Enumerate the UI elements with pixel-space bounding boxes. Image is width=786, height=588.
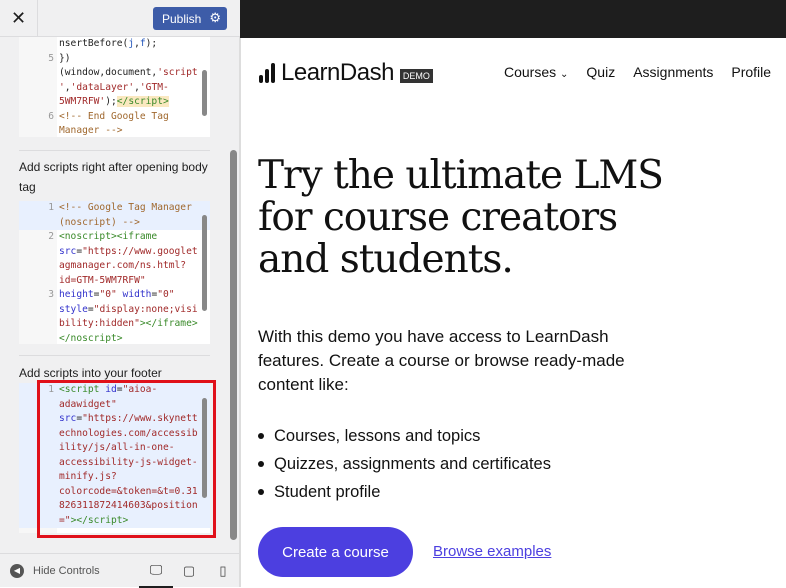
code-line: src="https://www.googlet xyxy=(19,245,210,260)
code-token: bility:hidden" xyxy=(59,318,140,329)
code-token: 5WM7RFW' xyxy=(59,96,106,107)
code-line: 3 height="0" width="0" xyxy=(19,288,210,303)
code-line: (window,document,'script xyxy=(19,66,210,81)
code-token: }) xyxy=(59,52,71,64)
code-line: 5}) xyxy=(19,52,210,67)
code-token: ); xyxy=(105,96,117,107)
nav-courses[interactable]: Courses ⌄ xyxy=(504,64,568,80)
code-token: agmanager.com/ns.html? xyxy=(59,260,187,271)
code-token: <noscript><iframe xyxy=(59,231,158,242)
editor-scrollbar[interactable] xyxy=(202,209,208,336)
code-token: "0" xyxy=(157,289,175,300)
feature-list: Courses, lessons and topics Quizzes, ass… xyxy=(258,422,551,506)
code-token: (noscript) --> xyxy=(59,216,140,228)
code-token: <!-- Google Tag Manager xyxy=(59,202,192,213)
head-scripts-editor[interactable]: nsertBefore(j,f); 5}) (window,document,'sc… xyxy=(19,37,210,137)
code-line: ','dataLayer','GTM- xyxy=(19,81,210,96)
code-line: agmanager.com/ns.html? xyxy=(19,259,210,274)
customizer-panel: ✕ Publish ⚙ nsertBefore(j,f); 5}) (window,… xyxy=(0,0,240,588)
site-preview: LearnDash DEMO Courses ⌄ Quiz Assignment… xyxy=(240,38,786,587)
code-token: src xyxy=(59,245,77,257)
divider xyxy=(19,150,210,151)
browse-examples-link[interactable]: Browse examples xyxy=(433,543,551,560)
code-token: </noscript> xyxy=(59,332,123,344)
desktop-preview-icon[interactable]: 🖵 xyxy=(139,554,173,588)
code-token: 'script xyxy=(157,67,198,78)
panel-scrollbar[interactable] xyxy=(230,150,237,540)
code-token: (window,document, xyxy=(59,67,158,78)
code-token: <!-- End Google Tag xyxy=(59,110,169,122)
code-line: style="display:none;visi xyxy=(19,303,210,318)
site-logo[interactable]: LearnDash DEMO xyxy=(259,59,433,87)
intro-text: With this demo you have access to LearnD… xyxy=(258,327,625,394)
close-icon[interactable]: ✕ xyxy=(0,0,38,36)
code-token: 'dataLayer' xyxy=(70,81,135,93)
highlight-box xyxy=(37,380,216,538)
list-item: Courses, lessons and topics xyxy=(258,422,551,450)
site-nav: Courses ⌄ Quiz Assignments Profile xyxy=(504,64,771,80)
code-line: 2 <noscript><iframe xyxy=(19,230,210,245)
nav-assignments[interactable]: Assignments xyxy=(633,64,713,80)
line-number: 6 xyxy=(48,110,54,122)
nav-courses-label: Courses xyxy=(504,64,557,80)
code-token: </script> xyxy=(116,96,169,107)
code-token: Manager --> xyxy=(59,125,123,136)
code-token: "https://www.googlet xyxy=(82,245,198,257)
code-line: 6 <!-- End Google Tag xyxy=(19,110,210,125)
list-item: Student profile xyxy=(258,478,551,506)
logo-text: LearnDash xyxy=(281,59,394,86)
code-token: width xyxy=(122,289,152,300)
hide-controls-label: Hide Controls xyxy=(33,564,100,577)
line-number: 1 xyxy=(48,202,54,213)
list-item: Quizzes, assignments and certificates xyxy=(258,450,551,478)
body-scripts-editor[interactable]: 1 <!-- Google Tag Manager (noscript) --> 2 <… xyxy=(19,201,210,344)
code-token: "display:none;visi xyxy=(93,303,198,315)
chevron-down-icon: ⌄ xyxy=(560,69,569,80)
code-line: id=GTM-5WM7RFW" xyxy=(19,274,210,289)
code-token: "0" xyxy=(99,289,117,300)
code-token: height xyxy=(59,289,94,300)
line-number: 2 xyxy=(48,231,54,242)
preview-topbar xyxy=(240,0,786,38)
gear-icon[interactable]: ⚙ xyxy=(209,10,221,26)
code-token: id=GTM-5WM7RFW" xyxy=(59,274,146,286)
hero-title: Try the ultimate LMS for course creators… xyxy=(258,153,664,282)
code-token: nsertBefore( xyxy=(59,38,129,49)
code-token: 'GTM- xyxy=(139,81,169,93)
code-token: ); xyxy=(145,38,158,49)
mobile-preview-icon[interactable]: ▯ xyxy=(206,554,240,588)
divider xyxy=(19,355,210,356)
create-course-button[interactable]: Create a course xyxy=(258,527,413,577)
code-line: bility:hidden"></iframe> xyxy=(19,317,210,332)
nav-profile[interactable]: Profile xyxy=(731,64,771,80)
code-line: (noscript) --> xyxy=(19,215,210,230)
body-scripts-label: Add scripts right after opening body tag xyxy=(19,160,208,194)
code-line: 1 <!-- Google Tag Manager xyxy=(19,201,210,216)
code-line: 5WM7RFW');</script> xyxy=(19,95,210,110)
code-line: Manager --> xyxy=(19,124,210,137)
code-line: nsertBefore(j,f); xyxy=(19,37,210,52)
code-token: style xyxy=(59,303,88,315)
publish-label: Publish xyxy=(162,11,202,26)
line-number: 3 xyxy=(48,289,54,300)
code-line: </noscript> xyxy=(19,332,210,345)
code-token: ></iframe> xyxy=(139,318,198,329)
tablet-preview-icon[interactable]: ▢ xyxy=(172,554,206,588)
line-number: 5 xyxy=(48,52,54,64)
publish-button[interactable]: Publish ⚙ xyxy=(153,7,227,30)
hide-controls-button[interactable]: ◀ Hide Controls xyxy=(10,563,100,578)
logo-bars-icon xyxy=(259,63,275,83)
customizer-header: ✕ Publish ⚙ xyxy=(0,0,240,37)
demo-badge: DEMO xyxy=(399,69,433,83)
customizer-footer: ◀ Hide Controls 🖵 ▢ ▯ xyxy=(0,553,240,588)
nav-quiz[interactable]: Quiz xyxy=(586,64,615,80)
editor-scrollbar[interactable] xyxy=(202,45,208,129)
collapse-icon: ◀ xyxy=(10,563,24,578)
